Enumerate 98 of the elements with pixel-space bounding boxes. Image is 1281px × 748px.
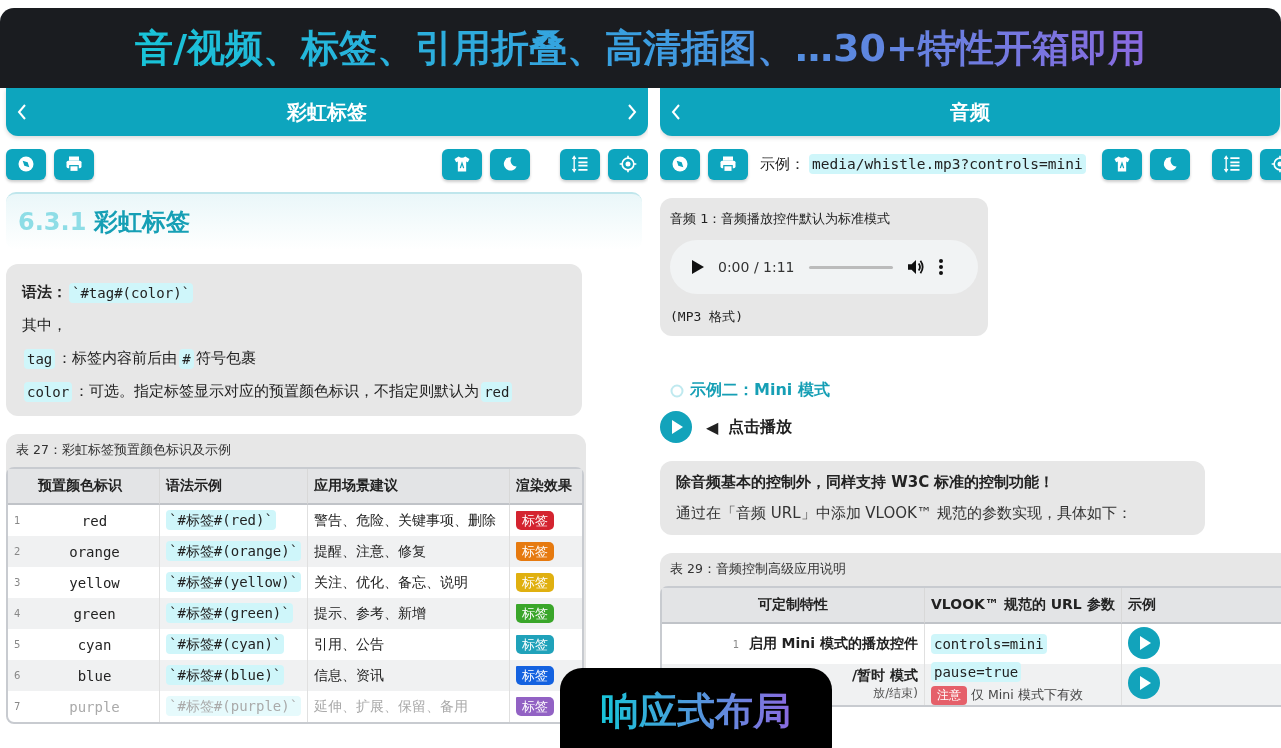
inline-code: pause=true <box>931 662 1022 682</box>
ring-icon <box>670 383 684 398</box>
syntax-text: ：可选。指定标签显示对应的预置颜色标识，不指定则默认为 <box>74 382 480 401</box>
moon-icon[interactable] <box>1149 148 1190 180</box>
back-icon[interactable] <box>670 102 682 122</box>
tag: 标签 <box>516 696 554 716</box>
row-number: 6 <box>14 670 22 681</box>
table-cell-text: blue <box>76 667 113 684</box>
tag: 标签 <box>516 634 554 654</box>
progress-track[interactable] <box>808 265 893 269</box>
section-title: 彩虹标签 <box>94 207 191 238</box>
inline-code: `#tag#(color)` <box>69 282 193 303</box>
column-header: 预置颜色标识 <box>8 469 159 505</box>
syntax-label: 语法： <box>22 283 67 302</box>
inline-code: controls=mini <box>931 634 1047 654</box>
inline-code: `#标签#(purple)` <box>166 695 302 716</box>
table-cell-text: green <box>72 605 117 622</box>
page-title: 音频 <box>950 98 990 126</box>
audio-format: (MP3 格式) <box>670 308 744 326</box>
table-cell-text: cyan <box>76 636 113 653</box>
subsection-title: 示例二：Mini 模式 <box>690 380 830 401</box>
row-number: 2 <box>14 546 22 557</box>
tag: 标签 <box>516 541 554 561</box>
tag: 标签 <box>516 603 554 623</box>
row-number: 4 <box>14 608 22 619</box>
compass-icon[interactable] <box>6 148 46 180</box>
inline-code: tag <box>24 348 56 369</box>
target-icon[interactable] <box>608 148 648 180</box>
row-number: 7 <box>14 701 22 712</box>
table-cell: 提示、参考、新增 <box>314 604 427 621</box>
tag: 标签 <box>516 572 554 592</box>
table-cell: 提醒、注意、修复 <box>314 542 427 559</box>
table-cell: 延伸、扩展、保留、备用 <box>314 697 469 714</box>
table-cell: 引用、公告 <box>314 635 385 652</box>
row-number: 1 <box>14 515 22 526</box>
inline-code: `#标签#(blue)` <box>166 664 285 685</box>
tag: 标签 <box>516 510 554 530</box>
play-icon[interactable] <box>692 260 704 274</box>
back-icon[interactable] <box>16 102 28 122</box>
warning-tag: 注意 <box>931 686 967 705</box>
inline-code: `#标签#(yellow)` <box>166 571 302 592</box>
example-label: 示例： <box>760 154 805 174</box>
inline-code: `#标签#(red)` <box>166 509 276 530</box>
play-hint: 点击播放 <box>728 416 793 438</box>
table-cell: 关注、优化、备忘、说明 <box>314 573 469 590</box>
shirt-icon[interactable] <box>1101 148 1142 180</box>
column-header: 语法示例 <box>159 469 308 505</box>
inline-code: `#标签#(cyan)` <box>166 633 285 654</box>
row-number: 3 <box>14 577 22 588</box>
syntax-text: ：标签内容前后由 <box>57 349 178 368</box>
inline-code: `#标签#(orange)` <box>166 540 302 561</box>
table-cell: 警告、危险、关键事项、删除 <box>314 511 497 528</box>
table-caption: 表 29：音频控制高级应用说明 <box>669 561 847 578</box>
printer-icon[interactable] <box>54 148 94 180</box>
table-cell-text: orange <box>68 543 121 560</box>
compass-icon[interactable] <box>660 148 700 180</box>
volume-icon[interactable] <box>906 259 925 275</box>
inline-code: color <box>24 381 73 402</box>
table-caption: 表 27：彩虹标签预置颜色标识及示例 <box>15 442 232 459</box>
column-header: 示例 <box>1120 588 1281 624</box>
forward-icon[interactable] <box>626 102 638 122</box>
table-cell-text: yellow <box>68 574 121 591</box>
inline-code: red <box>481 381 513 402</box>
shirt-icon[interactable] <box>442 148 482 180</box>
play-button[interactable] <box>660 411 692 443</box>
inline-code: `#标签#(green)` <box>166 602 293 623</box>
syntax-text: 符号包裹 <box>195 349 256 368</box>
row-number: 5 <box>14 639 22 650</box>
table-cell: 放/结束) <box>873 685 918 702</box>
note-text: 通过在「音频 URL」中添加 VLOOK™ 规范的参数实现，具体如下： <box>676 504 1133 523</box>
moon-icon[interactable] <box>490 148 530 180</box>
audio-caption: 音频 1：音频播放控件默认为标准模式 <box>670 210 892 228</box>
tag: 标签 <box>516 665 554 685</box>
table-cell: 信息、资讯 <box>314 666 385 683</box>
table-cell: 启用 Mini 模式的播放控件 <box>748 635 918 653</box>
table-cell-text: purple <box>68 698 121 715</box>
printer-icon[interactable] <box>708 148 748 180</box>
more-icon[interactable] <box>938 259 943 275</box>
arrow-glyph: ◀ <box>706 417 719 437</box>
play-button[interactable] <box>1127 626 1160 659</box>
note-title: 除音频基本的控制外，同样支持 W3C 标准的控制功能！ <box>676 473 1056 492</box>
syntax-text: 其中， <box>22 316 67 335</box>
inline-code: media/whistle.mp3?controls=mini <box>809 154 1086 174</box>
page-title: 彩虹标签 <box>287 98 367 126</box>
column-header: 可定制特性 <box>662 588 924 624</box>
row-number: 1 <box>732 638 741 650</box>
column-header: VLOOK™ 规范的 URL 参数 <box>924 588 1121 624</box>
inline-code: # <box>179 348 194 369</box>
section-number: 6.3.1 <box>18 208 87 236</box>
table-cell: /暂时 模式 <box>852 667 918 685</box>
note-text: 仅 Mini 模式下有效 <box>971 687 1083 704</box>
time-display: 0:00 / 1:11 <box>718 259 795 275</box>
line-spacing-icon[interactable] <box>560 148 600 180</box>
column-header: 应用场景建议 <box>307 469 509 505</box>
table-cell-text: red <box>80 512 109 529</box>
play-button[interactable] <box>1127 667 1160 699</box>
line-spacing-icon[interactable] <box>1212 148 1252 180</box>
column-header: 渲染效果 <box>509 469 582 505</box>
